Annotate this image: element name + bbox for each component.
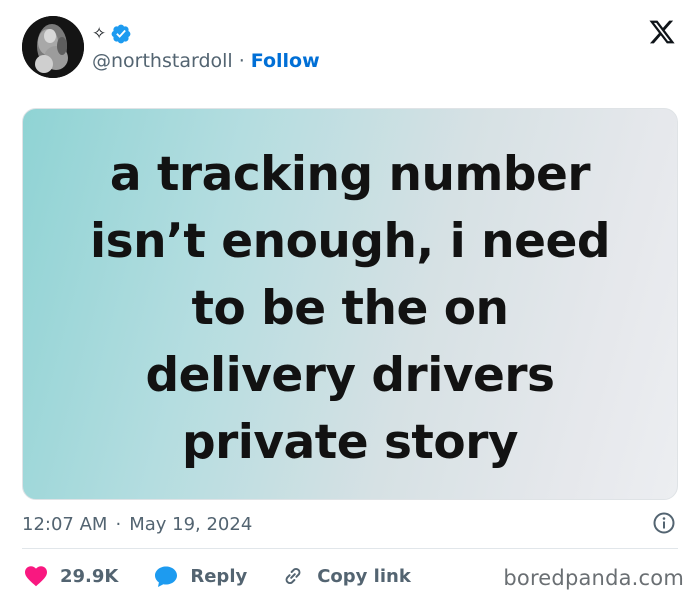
image-text-line: a tracking number <box>109 147 591 202</box>
info-icon[interactable] <box>652 511 676 535</box>
reply-label: Reply <box>190 565 248 587</box>
image-text-line: isn’t enough, i need <box>90 214 610 269</box>
post-date[interactable]: May 19, 2024 <box>129 514 252 535</box>
verified-badge-icon <box>111 24 131 44</box>
link-icon <box>285 567 301 585</box>
divider <box>22 548 678 549</box>
display-name[interactable]: ✧ <box>92 25 106 43</box>
separator-dot: · <box>238 50 245 72</box>
author-name-row[interactable]: ✧ <box>92 22 132 46</box>
post-timestamp-row: 12:07 AM · May 19, 2024 <box>22 511 678 537</box>
image-text-line: to be the on <box>191 281 509 336</box>
image-text-line: delivery drivers <box>145 348 555 403</box>
reply-button[interactable]: Reply <box>154 565 247 588</box>
author-handle[interactable]: @northstardoll <box>92 50 233 72</box>
watermark: boredpanda.com <box>503 566 684 590</box>
post-image-text: a tracking number isn’t enough, i need t… <box>23 141 677 476</box>
avatar-image <box>22 16 84 78</box>
embedded-post-card: ✧ @northstardoll · Follow a tracking num… <box>0 0 700 603</box>
speech-bubble-icon <box>155 566 178 587</box>
avatar[interactable] <box>22 16 84 78</box>
post-image[interactable]: a tracking number isn’t enough, i need t… <box>22 108 678 500</box>
post-header: ✧ @northstardoll · Follow <box>22 16 682 80</box>
post-time[interactable]: 12:07 AM <box>22 514 107 535</box>
follow-button[interactable]: Follow <box>251 50 320 72</box>
copy-link-button[interactable]: Copy link <box>281 564 411 588</box>
x-logo-icon[interactable] <box>648 18 676 46</box>
like-button[interactable]: 29.9K <box>24 565 118 587</box>
copy-link-label: Copy link <box>317 565 411 587</box>
post-actions: 29.9K Reply Copy link <box>24 561 411 591</box>
heart-icon <box>25 566 47 587</box>
image-text-line: private story <box>181 415 519 470</box>
separator-dot: · <box>115 513 122 535</box>
like-count: 29.9K <box>60 565 119 587</box>
author-handle-row: @northstardoll · Follow <box>92 50 320 72</box>
